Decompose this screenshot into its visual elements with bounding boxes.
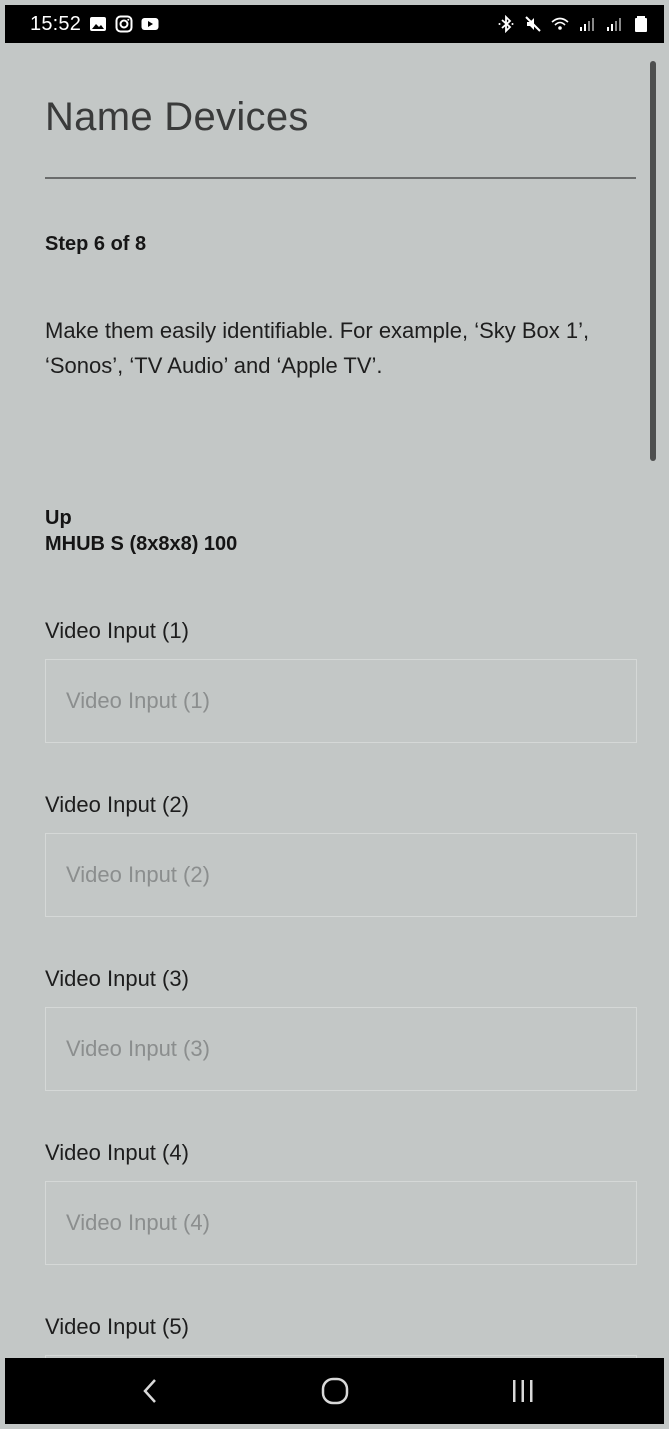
- instructions-text: Make them easily identifiable. For examp…: [45, 318, 590, 378]
- device-model: MHUB S (8x8x8) 100: [45, 533, 238, 555]
- status-left: 15:52: [30, 13, 159, 36]
- instagram-icon: [115, 15, 133, 33]
- video-input-5-group: Video Input (5): [45, 1313, 637, 1358]
- sim2-signal-icon: [605, 15, 623, 33]
- recents-button[interactable]: [483, 1358, 563, 1424]
- recents-icon: [513, 1380, 533, 1402]
- status-right: [497, 15, 650, 33]
- video-input-1-label: Video Input (1): [45, 618, 189, 643]
- title-divider: [45, 177, 636, 179]
- video-input-2-group: Video Input (2): [45, 791, 637, 917]
- video-input-1-group: Video Input (1): [45, 617, 637, 743]
- wifi-calling-icon: [551, 15, 569, 33]
- gallery-icon: [89, 15, 107, 33]
- video-input-3-label: Video Input (3): [45, 966, 189, 991]
- youtube-icon: [141, 15, 159, 33]
- video-input-4-field[interactable]: [45, 1181, 637, 1265]
- device-room: Up: [45, 507, 72, 529]
- mute-icon: [524, 15, 542, 33]
- video-input-3-group: Video Input (3): [45, 965, 637, 1091]
- video-input-4-label: Video Input (4): [45, 1140, 189, 1165]
- back-button[interactable]: [110, 1358, 190, 1424]
- video-input-4-group: Video Input (4): [45, 1139, 637, 1265]
- home-icon: [321, 1377, 349, 1405]
- status-time: 15:52: [30, 12, 82, 35]
- video-input-1-field[interactable]: [45, 659, 637, 743]
- step-indicator: Step 6 of 8: [45, 233, 147, 255]
- scrollbar[interactable]: [650, 61, 656, 461]
- video-input-2-field[interactable]: [45, 833, 637, 917]
- video-input-2-label: Video Input (2): [45, 792, 189, 817]
- navigation-bar: [5, 1358, 664, 1424]
- battery-icon: [632, 15, 650, 33]
- back-icon: [143, 1379, 156, 1403]
- video-input-3-field[interactable]: [45, 1007, 637, 1091]
- status-bar: 15:52: [5, 5, 664, 43]
- name-devices-screen: Name Devices Step 6 of 8 Make them easil…: [5, 43, 664, 1358]
- device-heading: Up MHUB S (8x8x8) 100: [45, 505, 237, 557]
- sim1-signal-icon: [578, 15, 596, 33]
- video-input-5-label: Video Input (5): [45, 1314, 189, 1339]
- home-button[interactable]: [295, 1358, 375, 1424]
- page-title: Name Devices: [45, 95, 309, 139]
- bluetooth-icon: [497, 15, 515, 33]
